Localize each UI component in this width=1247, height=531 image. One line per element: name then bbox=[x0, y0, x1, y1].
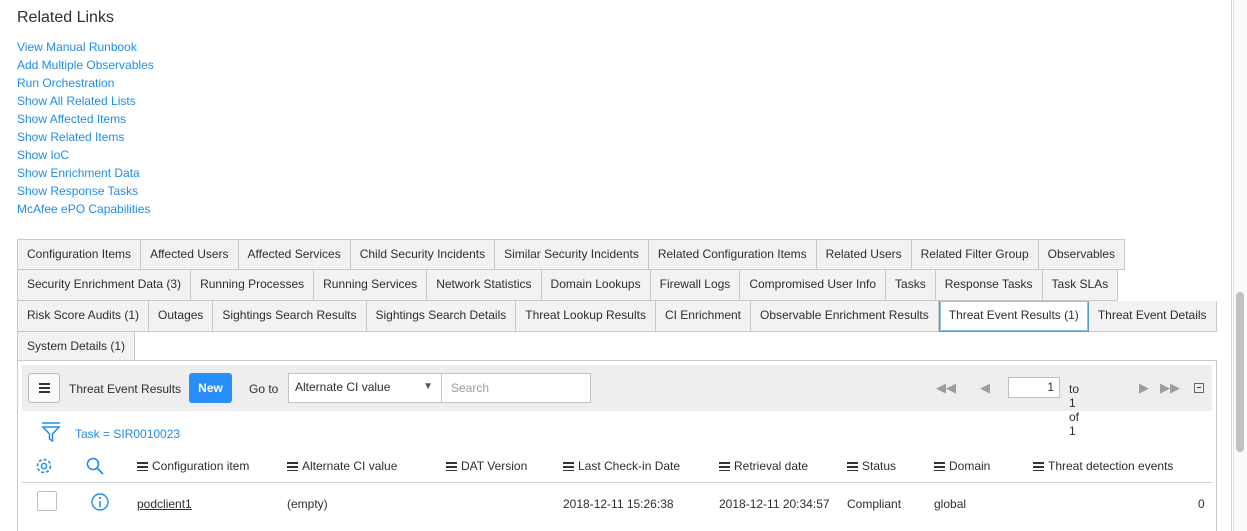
tab-observable-enrichment-results[interactable]: Observable Enrichment Results bbox=[751, 301, 939, 332]
personalize-list-gear-icon[interactable] bbox=[34, 456, 54, 476]
previous-page-icon[interactable]: ◀ bbox=[980, 380, 990, 396]
next-page-icon[interactable]: ▶ bbox=[1139, 380, 1149, 396]
page-range-text: to 1 of 1 bbox=[1069, 382, 1080, 438]
list-toolbar: Threat Event Results New Go to Alternate… bbox=[22, 365, 1212, 438]
first-page-icon[interactable]: ◀◀ bbox=[936, 380, 956, 396]
column-header-threat-detection-events[interactable]: Threat detection events bbox=[1033, 459, 1173, 473]
tab-threat-event-details[interactable]: Threat Event Details bbox=[1088, 301, 1217, 332]
row-select-checkbox[interactable] bbox=[37, 491, 57, 511]
list-title: Threat Event Results bbox=[69, 382, 182, 396]
threat-event-results-list: Threat Event Results New Go to Alternate… bbox=[17, 360, 1217, 531]
tab-task-slas[interactable]: Task SLAs bbox=[1042, 270, 1119, 301]
tab-row-1: Configuration Items Affected Users Affec… bbox=[17, 239, 1217, 270]
goto-field-value: Alternate CI value bbox=[295, 380, 391, 394]
cell-configuration-item-link[interactable]: podclient1 bbox=[137, 497, 192, 511]
cell-domain: global bbox=[934, 497, 967, 511]
tab-compromised-user-info[interactable]: Compromised User Info bbox=[740, 270, 887, 301]
filter-icon[interactable] bbox=[40, 421, 62, 443]
column-header-retrieval-date[interactable]: Retrieval date bbox=[719, 459, 808, 473]
cell-last-check-in-date: 2018-12-11 15:26:38 bbox=[563, 497, 674, 511]
tab-row-2: Security Enrichment Data (3) Running Pro… bbox=[17, 270, 1217, 301]
link-add-multiple-observables[interactable]: Add Multiple Observables bbox=[17, 56, 154, 74]
tab-threat-event-results[interactable]: Threat Event Results (1) bbox=[938, 301, 1089, 332]
page-number-input[interactable]: 1 bbox=[1008, 377, 1060, 398]
column-header-dat-version[interactable]: DAT Version bbox=[446, 459, 527, 473]
tab-outages[interactable]: Outages bbox=[149, 301, 214, 332]
column-header-alternate-ci-value[interactable]: Alternate CI value bbox=[287, 459, 397, 473]
tab-configuration-items[interactable]: Configuration Items bbox=[17, 239, 142, 270]
column-menu-icon[interactable] bbox=[563, 462, 574, 471]
column-menu-icon[interactable] bbox=[287, 462, 298, 471]
column-header-domain[interactable]: Domain bbox=[934, 459, 990, 473]
link-mcafee-epo-capabilities[interactable]: McAfee ePO Capabilities bbox=[17, 200, 154, 218]
tab-risk-score-audits[interactable]: Risk Score Audits (1) bbox=[17, 301, 150, 332]
table-row[interactable]: podclient1 (empty) 2018-12-11 15:26:38 2… bbox=[22, 483, 1212, 523]
tab-ci-enrichment[interactable]: CI Enrichment bbox=[655, 301, 751, 332]
link-show-enrichment-data[interactable]: Show Enrichment Data bbox=[17, 164, 154, 182]
tab-security-enrichment-data[interactable]: Security Enrichment Data (3) bbox=[17, 270, 192, 301]
tab-response-tasks[interactable]: Response Tasks bbox=[935, 270, 1043, 301]
tab-affected-services[interactable]: Affected Services bbox=[238, 239, 351, 270]
tab-affected-users[interactable]: Affected Users bbox=[141, 239, 239, 270]
new-button[interactable]: New bbox=[189, 373, 232, 403]
last-page-icon[interactable]: ▶▶ bbox=[1160, 380, 1180, 396]
column-menu-icon[interactable] bbox=[137, 462, 148, 471]
tab-observables[interactable]: Observables bbox=[1038, 239, 1126, 270]
tab-domain-lookups[interactable]: Domain Lookups bbox=[541, 270, 651, 301]
column-menu-icon[interactable] bbox=[847, 462, 858, 471]
tab-related-configuration-items[interactable]: Related Configuration Items bbox=[648, 239, 817, 270]
column-header-status[interactable]: Status bbox=[847, 459, 896, 473]
filter-condition-link[interactable]: Task = SIR0010023 bbox=[75, 427, 180, 441]
tab-row-3: Risk Score Audits (1) Outages Sightings … bbox=[17, 301, 1217, 332]
tab-system-details[interactable]: System Details (1) bbox=[17, 332, 136, 363]
list-context-menu-button[interactable] bbox=[28, 373, 60, 403]
tab-firewall-logs[interactable]: Firewall Logs bbox=[650, 270, 741, 301]
related-links-list: View Manual Runbook Add Multiple Observa… bbox=[17, 38, 154, 218]
tab-sightings-search-details[interactable]: Sightings Search Details bbox=[366, 301, 517, 332]
tab-similar-security-incidents[interactable]: Similar Security Incidents bbox=[495, 239, 649, 270]
search-columns-icon[interactable] bbox=[85, 456, 105, 476]
link-show-all-related-lists[interactable]: Show All Related Lists bbox=[17, 92, 154, 110]
collapse-list-icon[interactable] bbox=[1194, 383, 1204, 393]
column-menu-icon[interactable] bbox=[934, 462, 945, 471]
cell-retrieval-date: 2018-12-11 20:34:57 bbox=[719, 497, 830, 511]
goto-field-select[interactable]: Alternate CI value ▼ bbox=[288, 373, 442, 403]
tab-related-users[interactable]: Related Users bbox=[816, 239, 912, 270]
tab-related-filter-group[interactable]: Related Filter Group bbox=[911, 239, 1039, 270]
link-show-response-tasks[interactable]: Show Response Tasks bbox=[17, 182, 154, 200]
dropdown-caret-icon: ▼ bbox=[423, 381, 433, 392]
tab-network-statistics[interactable]: Network Statistics bbox=[427, 270, 542, 301]
tab-threat-lookup-results[interactable]: Threat Lookup Results bbox=[516, 301, 656, 332]
column-menu-icon[interactable] bbox=[446, 462, 457, 471]
table-header: Configuration item Alternate CI value DA… bbox=[22, 451, 1212, 483]
cell-alternate-ci-value: (empty) bbox=[287, 497, 328, 511]
tab-running-processes[interactable]: Running Processes bbox=[191, 270, 315, 301]
link-view-manual-runbook[interactable]: View Manual Runbook bbox=[17, 38, 154, 56]
cell-threat-detection-events: 0 bbox=[1198, 497, 1205, 511]
tab-tasks[interactable]: Tasks bbox=[886, 270, 936, 301]
related-links-title: Related Links bbox=[17, 9, 114, 26]
preview-record-info-icon[interactable] bbox=[90, 492, 110, 512]
tab-running-services[interactable]: Running Services bbox=[314, 270, 428, 301]
link-show-ioc[interactable]: Show IoC bbox=[17, 146, 154, 164]
column-menu-icon[interactable] bbox=[1033, 462, 1044, 471]
column-header-last-check-in-date[interactable]: Last Check-in Date bbox=[563, 459, 680, 473]
link-show-affected-items[interactable]: Show Affected Items bbox=[17, 110, 154, 128]
column-menu-icon[interactable] bbox=[719, 462, 730, 471]
scrollbar-thumb[interactable] bbox=[1236, 292, 1244, 452]
tab-row-4: System Details (1) bbox=[17, 332, 1217, 363]
cell-status: Compliant bbox=[847, 497, 902, 511]
link-show-related-items[interactable]: Show Related Items bbox=[17, 128, 154, 146]
goto-label: Go to bbox=[249, 382, 279, 396]
search-input[interactable]: Search bbox=[441, 373, 591, 403]
related-list-tabs: Configuration Items Affected Users Affec… bbox=[17, 239, 1217, 363]
tab-sightings-search-results[interactable]: Sightings Search Results bbox=[213, 301, 367, 332]
tab-child-security-incidents[interactable]: Child Security Incidents bbox=[350, 239, 496, 270]
link-run-orchestration[interactable]: Run Orchestration bbox=[17, 74, 154, 92]
column-header-configuration-item[interactable]: Configuration item bbox=[137, 459, 249, 473]
